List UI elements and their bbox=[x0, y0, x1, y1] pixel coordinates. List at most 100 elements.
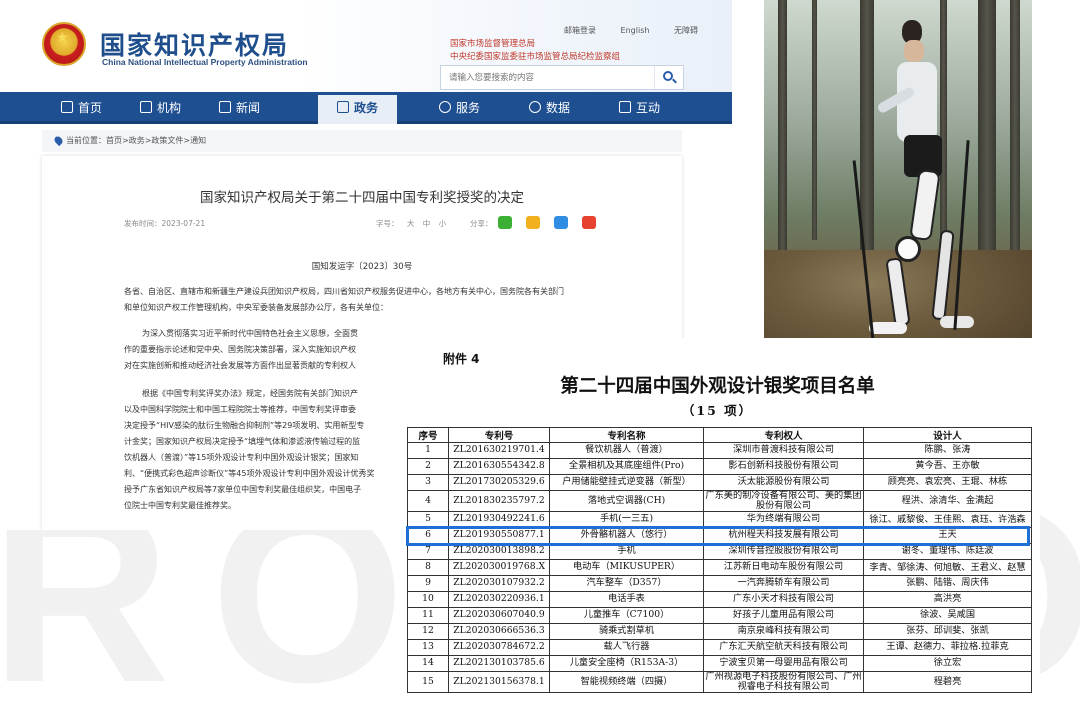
cell-index: 10 bbox=[407, 591, 449, 608]
cell-patent-name: 电动车（MIKUSUPER） bbox=[549, 559, 704, 576]
cell-patent-number: ZL202130156378.1 bbox=[448, 671, 550, 693]
english-link[interactable]: English bbox=[621, 26, 650, 35]
font-size-large[interactable]: 大 bbox=[407, 219, 415, 228]
pie-chart-icon bbox=[528, 101, 541, 113]
search-input[interactable] bbox=[441, 66, 653, 89]
cell-designer: 张鹏、陆锴、周庆伟 bbox=[863, 575, 1032, 592]
cell-index: 9 bbox=[407, 575, 449, 592]
qq-share-icon[interactable] bbox=[554, 216, 568, 229]
table-row: 13 ZL202030784672.2 载人飞行器 广东汇天航空航天科技有限公司 王谭、… bbox=[407, 639, 1032, 656]
table-row: 11 ZL202030607040.9 儿童推车（C7100） 好孩子儿童用品有限公司… bbox=[407, 607, 1032, 624]
main-nav: 首页 机构 新闻 政务 服务 数据 互动 bbox=[0, 92, 732, 124]
nav-item-data[interactable]: 数据 bbox=[510, 92, 589, 124]
qzone-share-icon[interactable] bbox=[526, 216, 540, 229]
affiliation-2[interactable]: 中央纪委国家监委驻市场监管总局纪检监察组 bbox=[450, 51, 620, 64]
document-icon bbox=[336, 101, 349, 113]
cell-designer: 黄今吾、王亦敏 bbox=[863, 458, 1032, 475]
table-row: 12 ZL202030666536.3 骑乘式割草机 南京泉峰科技有限公司 张芬、邱训斐… bbox=[407, 623, 1032, 640]
cell-patentee: 广东美的制冷设备有限公司、美的集团股份有限公司 bbox=[703, 490, 864, 512]
cell-patentee: 一汽奔腾轿车有限公司 bbox=[703, 575, 864, 592]
affiliation-1[interactable]: 国家市场监督管理总局 bbox=[450, 38, 620, 51]
cell-patent-name: 儿童推车（C7100） bbox=[549, 607, 704, 624]
breadcrumb: 当前位置：首页>政务>政策文件>通知 bbox=[42, 130, 682, 152]
font-size-small[interactable]: 小 bbox=[439, 219, 447, 228]
exoskeleton-thigh bbox=[909, 168, 941, 242]
person-shoe bbox=[869, 322, 907, 334]
table-row: 14 ZL202130103785.6 儿童安全座椅（R153A-3） 宁波宝贝第一母… bbox=[407, 655, 1032, 672]
cell-patent-number: ZL201630219701.4 bbox=[448, 442, 550, 459]
award-list-document: 附件 4 第二十四届中国外观设计银奖项目名单 （15 项） 序号 专利号 专利名… bbox=[395, 338, 1040, 710]
header-patent-name: 专利名称 bbox=[549, 427, 704, 443]
table-row: 15 ZL202130156378.1 智能视频终端（四摄） 广州视源电子科技股份有限… bbox=[407, 671, 1032, 693]
search-button[interactable] bbox=[654, 66, 683, 89]
cell-patentee: 影石创新科技股份有限公司 bbox=[703, 458, 864, 475]
font-size-medium[interactable]: 中 bbox=[423, 219, 431, 228]
document-title: 第二十四届中国外观设计银奖项目名单 bbox=[560, 376, 875, 397]
cell-patent-number: ZL202030607040.9 bbox=[448, 607, 550, 624]
share-label: 分享： bbox=[470, 219, 493, 228]
font-size-label: 字号： bbox=[376, 219, 399, 228]
nav-item-organization[interactable]: 机构 bbox=[121, 92, 200, 124]
header-patentee: 专利权人 bbox=[703, 427, 864, 443]
table-row: 9 ZL202030107932.2 汽车整车（D357） 一汽奔腾轿车有限公司 张鹏、… bbox=[407, 575, 1032, 592]
cell-patent-number: ZL202030220936.1 bbox=[448, 591, 550, 608]
header-designer: 设计人 bbox=[863, 427, 1032, 443]
affiliations: 国家市场监督管理总局 中央纪委国家监委驻市场监管总局纪检监察组 bbox=[450, 38, 620, 64]
cell-designer: 陈鹏、张涛 bbox=[863, 442, 1032, 459]
mail-login-link[interactable]: 邮箱登录 bbox=[564, 26, 596, 35]
paragraph-line: 和单位知识产权工作管理机构，中央军委装备发展部办公厅，各有关单位： bbox=[124, 303, 388, 312]
cell-patentee: 广东汇天航空航天科技有限公司 bbox=[703, 639, 864, 656]
cell-patentee: 广州视源电子科技股份有限公司、广州视睿电子科技有限公司 bbox=[703, 671, 864, 693]
cell-designer: 张芬、邱训斐、张凯 bbox=[863, 623, 1032, 640]
cell-patent-name: 汽车整车（D357） bbox=[549, 575, 704, 592]
cell-index: 4 bbox=[407, 490, 449, 512]
cell-index: 14 bbox=[407, 655, 449, 672]
cell-patent-number: ZL201630554342.8 bbox=[448, 458, 550, 475]
location-pin-icon bbox=[52, 134, 65, 147]
cell-designer: 顾亮亮、袁宏亮、王琨、林栋 bbox=[863, 474, 1032, 491]
nav-item-interaction[interactable]: 互动 bbox=[600, 92, 679, 124]
search-box bbox=[440, 65, 684, 90]
cell-patent-name: 落地式空调器(CH) bbox=[549, 490, 704, 512]
cell-index: 12 bbox=[407, 623, 449, 640]
cell-designer: 王谭、赵德力、菲拉格.拉菲克 bbox=[863, 639, 1032, 656]
table-row: 3 ZL201730205329.6 户用储能壁挂式逆变器（新型） 沃太能源股份有限公… bbox=[407, 474, 1032, 491]
nav-item-government-affairs[interactable]: 政务 bbox=[318, 92, 397, 124]
cell-index: 2 bbox=[407, 458, 449, 475]
hand-icon bbox=[618, 101, 631, 113]
cell-patent-number: ZL202130103785.6 bbox=[448, 655, 550, 672]
wechat-share-icon[interactable] bbox=[498, 216, 512, 229]
cell-patentee: 江苏新日电动车股份有限公司 bbox=[703, 559, 864, 576]
building-icon bbox=[139, 101, 152, 113]
nav-item-news[interactable]: 新闻 bbox=[200, 92, 279, 124]
table-row: 4 ZL201830235797.2 落地式空调器(CH) 广东美的制冷设备有限公司、… bbox=[407, 490, 1032, 512]
accessibility-link[interactable]: 无障碍 bbox=[674, 26, 698, 35]
cell-patentee: 沃太能源股份有限公司 bbox=[703, 474, 864, 491]
top-links: 邮箱登录 English 无障碍 bbox=[564, 25, 720, 36]
site-subtitle: China National Intellectual Property Adm… bbox=[102, 57, 308, 67]
cell-designer: 程洪、涂清华、金满起 bbox=[863, 490, 1032, 512]
document-count: （15 项） bbox=[681, 403, 754, 418]
handshake-icon bbox=[438, 101, 451, 113]
breadcrumb-text[interactable]: 当前位置：首页>政务>政策文件>通知 bbox=[66, 136, 206, 145]
document-number: 国知发运字〔2023〕30号 bbox=[311, 262, 413, 272]
cell-index: 15 bbox=[407, 671, 449, 693]
highlight-box-row-6 bbox=[406, 526, 1030, 546]
nav-item-home[interactable]: 首页 bbox=[42, 92, 121, 124]
nav-item-services[interactable]: 服务 bbox=[420, 92, 499, 124]
cell-patentee: 广东小天才科技有限公司 bbox=[703, 591, 864, 608]
header-index: 序号 bbox=[407, 427, 449, 443]
person-shirt bbox=[897, 62, 937, 142]
article-title: 国家知识产权局关于第二十四届中国专利奖授奖的决定 bbox=[200, 190, 524, 206]
cell-patentee: 南京泉峰科技有限公司 bbox=[703, 623, 864, 640]
table-row: 8 ZL202030019768.X 电动车（MIKUSUPER） 江苏新日电动车股份… bbox=[407, 559, 1032, 576]
cell-designer: 徐立宏 bbox=[863, 655, 1032, 672]
national-emblem-icon: ★ bbox=[42, 22, 86, 66]
weibo-share-icon[interactable] bbox=[582, 216, 596, 229]
site-header: ★ 国家知识产权局 China National Intellectual Pr… bbox=[0, 0, 732, 92]
header-patent-number: 专利号 bbox=[448, 427, 550, 443]
cell-index: 3 bbox=[407, 474, 449, 491]
cell-index: 8 bbox=[407, 559, 449, 576]
cell-patent-number: ZL201830235797.2 bbox=[448, 490, 550, 512]
table-row: 1 ZL201630219701.4 餐饮机器人（普渡） 深圳市普渡科技有限公司 陈鹏、… bbox=[407, 442, 1032, 459]
